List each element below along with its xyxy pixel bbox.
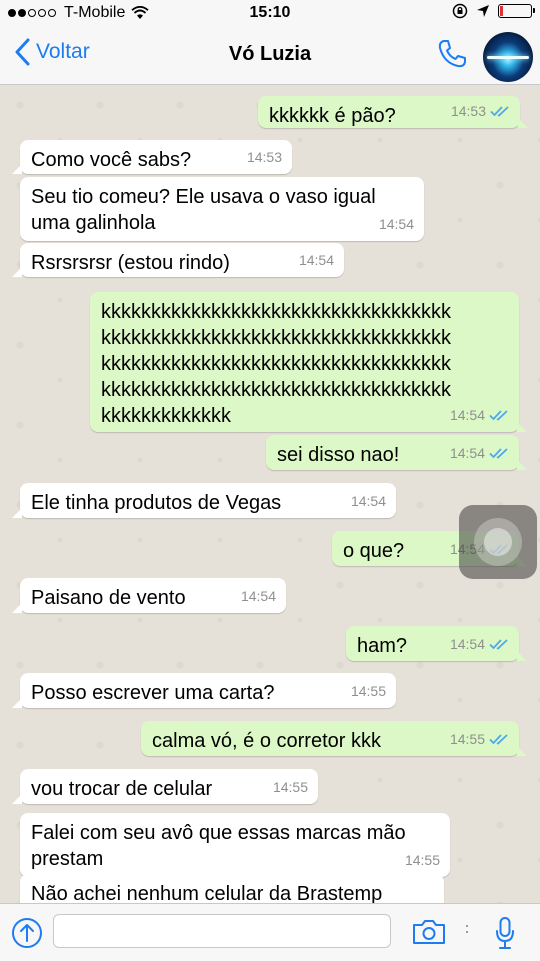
- message-meta: 14:55: [351, 678, 386, 704]
- message-text: Seu tio comeu? Ele usava o vaso igual um…: [31, 186, 376, 234]
- status-bar: T-Mobile 15:10: [0, 0, 540, 28]
- incoming-message-bubble[interactable]: Ele tinha produtos de Vegas 14:54: [12, 483, 396, 518]
- message-time: 14:54: [449, 636, 485, 652]
- message-text: Não achei nenhum celular da Brastemp: [31, 883, 383, 903]
- read-receipt-double-check-icon: [489, 734, 508, 745]
- message-time: 14:54: [449, 407, 485, 423]
- message-meta: 14:54: [450, 402, 509, 428]
- chat-header: Voltar Vó Luzia: [0, 28, 540, 85]
- message-text: Ele tinha produtos de Vegas: [31, 492, 282, 514]
- message-text: vou trocar de celular: [31, 778, 213, 800]
- incoming-message-bubble[interactable]: Paisano de vento 14:54: [12, 578, 286, 613]
- incoming-message-bubble[interactable]: Como você sabs? 14:53: [12, 140, 292, 174]
- chevron-left-icon: [15, 38, 30, 66]
- battery-icon: [498, 4, 535, 18]
- camera-icon[interactable]: [411, 918, 447, 946]
- message-meta: 14:54: [351, 488, 386, 514]
- message-text: Rsrsrsrsr (estou rindo): [31, 252, 230, 274]
- message-time: 14:53: [246, 149, 282, 165]
- message-time: 14:55: [404, 852, 440, 868]
- read-receipt-double-check-icon: [489, 410, 508, 421]
- message-time: 14:55: [350, 683, 386, 699]
- message-time: 14:55: [272, 779, 308, 795]
- outgoing-message-bubble[interactable]: calma vó, é o corretor kkk 14:55: [141, 721, 527, 756]
- message-time: 14:54: [378, 216, 414, 232]
- outgoing-message-bubble[interactable]: sei disso nao! 14:54: [266, 435, 527, 470]
- incoming-message-bubble[interactable]: Rsrsrsrsr (estou rindo) 14:54: [12, 243, 344, 277]
- message-time: 14:54: [240, 588, 276, 604]
- outgoing-message-bubble[interactable]: kkkkkk é pão? 14:53: [258, 96, 528, 128]
- incoming-message-bubble[interactable]: Posso escrever uma carta? 14:55: [12, 673, 396, 708]
- message-meta: 14:54: [379, 211, 414, 237]
- message-meta: 14:55: [450, 726, 509, 752]
- assistive-touch-button[interactable]: [459, 505, 537, 579]
- contact-avatar[interactable]: [483, 32, 533, 82]
- message-text: Paisano de vento: [31, 587, 186, 609]
- message-time: 14:53: [450, 103, 486, 119]
- message-input[interactable]: [53, 914, 391, 948]
- message-meta: 14:53: [247, 144, 282, 170]
- separator-dots: · ·: [464, 915, 470, 941]
- incoming-message-bubble[interactable]: Falei com seu avô que essas marcas mão p…: [20, 813, 450, 877]
- incoming-message-bubble[interactable]: Não achei nenhum celular da Brastemp: [20, 874, 444, 903]
- message-meta: 14:54: [241, 583, 276, 609]
- microphone-icon[interactable]: [494, 916, 516, 950]
- message-meta: 14:55: [273, 774, 308, 800]
- read-receipt-double-check-icon: [489, 448, 508, 459]
- outgoing-message-bubble[interactable]: ham? 14:54: [346, 626, 527, 661]
- orientation-lock-icon: [452, 3, 468, 19]
- read-receipt-double-check-icon: [490, 106, 509, 117]
- upload-arrow-icon[interactable]: [11, 917, 43, 949]
- message-list[interactable]: kkkkkk é pão? 14:53 Como você sabs? 14:53 Se…: [0, 85, 540, 903]
- message-time: 14:54: [350, 493, 386, 509]
- read-receipt-double-check-icon: [489, 639, 508, 650]
- message-meta: 14:54: [450, 631, 509, 657]
- message-text: Posso escrever uma carta?: [31, 682, 275, 704]
- message-meta: 14:54: [450, 440, 509, 466]
- composer: · ·: [0, 903, 540, 961]
- message-time: 14:54: [449, 445, 485, 461]
- message-text: Como você sabs?: [31, 149, 192, 171]
- outgoing-message-bubble[interactable]: kkkkkkkkkkkkkkkkkkkkkkkkkkkkkkkkkkk kkkk…: [90, 292, 527, 432]
- message-time: 14:55: [449, 731, 485, 747]
- phone-icon[interactable]: [436, 38, 468, 70]
- incoming-message-bubble[interactable]: Seu tio comeu? Ele usava o vaso igual um…: [20, 177, 424, 241]
- message-meta: 14:55: [405, 847, 440, 873]
- back-label: Voltar: [36, 40, 90, 63]
- message-meta: 14:54: [299, 247, 334, 273]
- incoming-message-bubble[interactable]: vou trocar de celular 14:55: [12, 769, 318, 804]
- back-button[interactable]: Voltar: [14, 38, 90, 66]
- location-arrow-icon: [477, 5, 489, 17]
- message-time: 14:54: [298, 252, 334, 268]
- message-meta: 14:53: [451, 98, 510, 124]
- message-text: kkkkkkkkkkkkkkkkkkkkkkkkkkkkkkkkkkk kkkk…: [101, 301, 451, 427]
- message-text: Falei com seu avô que essas marcas mão p…: [31, 822, 406, 870]
